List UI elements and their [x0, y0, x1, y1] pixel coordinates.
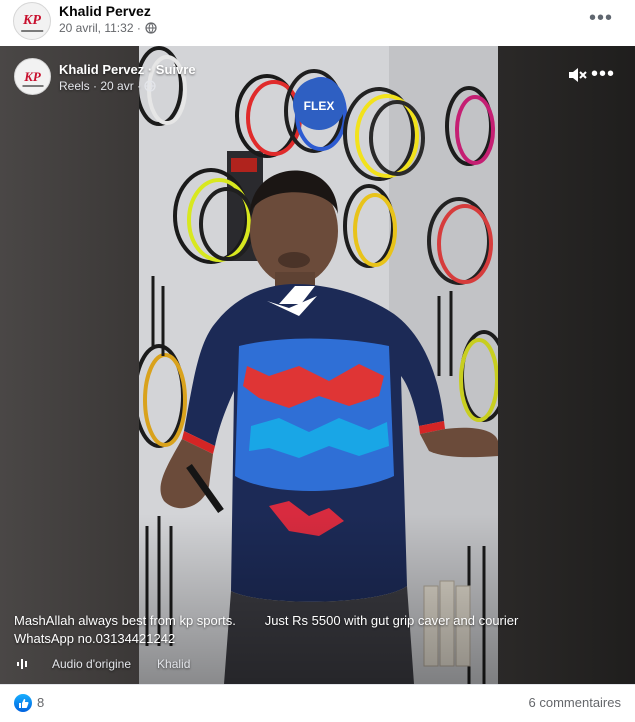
kp-logo: KP: [24, 69, 41, 84]
comments-count-link[interactable]: 6 commentaires: [529, 695, 621, 710]
reel-video[interactable]: FLEX KP Khalid Pervez · Suivre Reels · 2…: [0, 46, 635, 684]
reel-meta: Reels · 20 avr ·: [59, 79, 156, 93]
author-name[interactable]: Khalid Pervez: [59, 3, 151, 19]
reel-post: KP Khalid Pervez 20 avril, 11:32 · ••• F…: [0, 0, 635, 722]
speaker-muted-icon[interactable]: [567, 66, 587, 84]
more-dots-icon[interactable]: •••: [591, 64, 615, 84]
video-frame: FLEX: [139, 46, 498, 684]
thumbs-up-glyph: [18, 698, 28, 708]
logo-underline: [22, 85, 43, 87]
post-date-text: 20 avril, 11:32 ·: [59, 21, 141, 35]
logo-underline: [21, 30, 43, 32]
kp-logo: KP: [23, 13, 41, 28]
reel-author-avatar[interactable]: KP: [14, 58, 51, 95]
reel-caption: MashAllah always best from kp sports. Ju…: [14, 613, 519, 646]
thumbs-up-icon[interactable]: [14, 694, 32, 712]
post-timestamp[interactable]: 20 avril, 11:32 ·: [59, 21, 157, 35]
audio-wave-icon: [17, 659, 27, 669]
reaction-count[interactable]: 8: [37, 695, 44, 710]
post-footer: 8 6 commentaires: [0, 684, 635, 722]
video-bottom-fade: [139, 514, 498, 684]
more-dots-icon[interactable]: •••: [589, 8, 613, 28]
globe-icon: [145, 22, 157, 34]
globe-icon: [144, 80, 156, 92]
audio-artist: Khalid: [157, 657, 191, 671]
author-avatar[interactable]: KP: [13, 2, 51, 40]
post-header: KP Khalid Pervez 20 avril, 11:32 · •••: [0, 0, 635, 46]
audio-label: Audio d'origine: [52, 657, 132, 671]
reel-author-follow[interactable]: Khalid Pervez · Suivre: [59, 62, 196, 77]
reel-meta-text: Reels · 20 avr ·: [59, 79, 142, 93]
audio-attribution[interactable]: Audio d'origine Khalid: [16, 657, 190, 671]
svg-text:FLEX: FLEX: [304, 99, 335, 113]
